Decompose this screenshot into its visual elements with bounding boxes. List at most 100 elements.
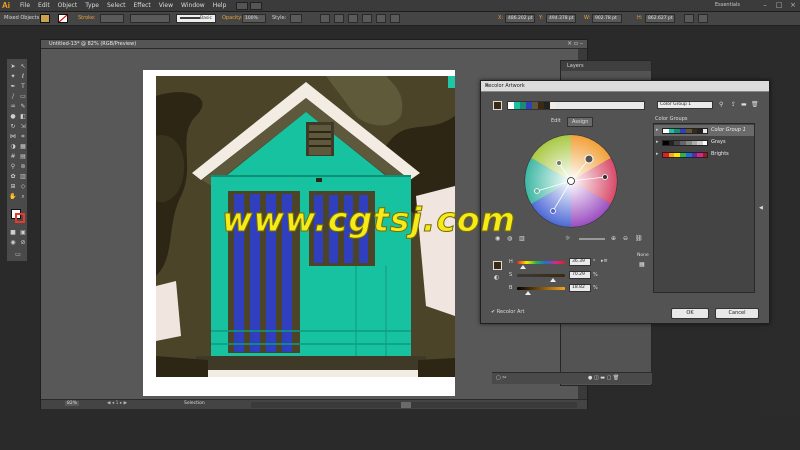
- hue-slider-knob[interactable]: [520, 265, 526, 269]
- limit-to-swatch-icon[interactable]: ▦: [639, 261, 645, 268]
- artboard-tool-icon[interactable]: ⊞: [9, 183, 17, 191]
- align-button-6[interactable]: [390, 14, 400, 23]
- artboard-navigation-icon[interactable]: ◀ ◂ 1 ▸ ▶: [107, 401, 127, 406]
- layer-options-icon[interactable]: ▢ ✂: [496, 375, 507, 381]
- screen-mode-icon[interactable]: ▭: [14, 251, 22, 259]
- draw-mode-icon[interactable]: ◉: [9, 239, 17, 247]
- tab-edit[interactable]: Edit: [547, 117, 565, 125]
- line-tool-icon[interactable]: /: [9, 93, 17, 101]
- status-text[interactable]: Selection: [184, 401, 205, 406]
- color-group-row-3[interactable]: ▸ Brights: [654, 149, 754, 160]
- align-button-2[interactable]: [334, 14, 344, 23]
- horizontal-scrollbar[interactable]: [251, 402, 577, 408]
- opacity-label[interactable]: Opacity:: [222, 15, 243, 21]
- stroke-color-box[interactable]: [15, 213, 25, 223]
- new-group-folder-icon[interactable]: ▬: [741, 101, 747, 108]
- fill-swatch[interactable]: [40, 14, 50, 23]
- brightness-slider[interactable]: [579, 238, 605, 240]
- scale-tool-icon[interactable]: ⇲: [19, 123, 27, 131]
- arrange-documents-button[interactable]: [250, 1, 263, 10]
- slice-tool-icon[interactable]: ◇: [19, 183, 27, 191]
- none-mode-icon[interactable]: ⊘: [19, 239, 27, 247]
- opacity-field[interactable]: 100%: [242, 14, 266, 23]
- color-group-row-2[interactable]: ▸ Grays: [654, 137, 754, 148]
- panel-menu-button[interactable]: [698, 14, 708, 23]
- stroke-swatch[interactable]: [58, 14, 68, 23]
- pen-tool-icon[interactable]: ✒: [9, 83, 17, 91]
- color-group-name-field[interactable]: Color Group 1: [657, 101, 713, 109]
- graph-tool-icon[interactable]: ▥: [19, 173, 27, 181]
- paintbrush-tool-icon[interactable]: ♒: [9, 103, 17, 111]
- menu-window[interactable]: Window: [177, 2, 209, 9]
- menu-select[interactable]: Select: [103, 2, 130, 9]
- width-tool-icon[interactable]: ⋈: [9, 133, 17, 141]
- menu-effect[interactable]: Effect: [130, 2, 155, 9]
- base-color-swatch[interactable]: [493, 101, 502, 110]
- selected-color-swatch[interactable]: [493, 261, 502, 270]
- w-field[interactable]: 902.78 pt: [592, 14, 622, 23]
- brush-definition-field[interactable]: Basic: [176, 14, 216, 23]
- align-button-3[interactable]: [348, 14, 358, 23]
- gradient-mode-icon[interactable]: ▣: [19, 229, 27, 237]
- link-harmony-icon[interactable]: ⛓: [635, 235, 643, 242]
- color-mode-icon[interactable]: ◐: [494, 274, 499, 281]
- expand-icon[interactable]: ▸: [656, 139, 659, 145]
- x-field[interactable]: 486.202 pt: [505, 14, 535, 23]
- recolor-art-checkbox[interactable]: ✔ Recolor Art: [491, 309, 524, 315]
- collapse-panel-icon[interactable]: ◀: [759, 205, 763, 211]
- layers-panel-tab[interactable]: Layers: [561, 61, 651, 71]
- gradient-tool-icon[interactable]: ▤: [19, 153, 27, 161]
- menu-file[interactable]: File: [16, 2, 34, 9]
- save-group-icon[interactable]: ⇪: [731, 101, 736, 108]
- type-tool-icon[interactable]: T: [19, 83, 27, 91]
- zoom-tool-icon[interactable]: ⌕: [19, 193, 27, 201]
- menu-object[interactable]: Object: [54, 2, 82, 9]
- color-group-row-1[interactable]: ▸ Color Group 1: [654, 125, 754, 136]
- align-button-4[interactable]: [362, 14, 372, 23]
- expand-icon[interactable]: ▸: [656, 127, 659, 133]
- stroke-weight-field[interactable]: [100, 14, 124, 23]
- saturation-slider-track[interactable]: [517, 274, 565, 277]
- hue-field[interactable]: 36.39: [569, 258, 591, 266]
- color-groups-list[interactable]: ▸ Color Group 1 ▸ Grays ▸ Brights: [653, 123, 755, 293]
- eyedropper-icon[interactable]: ⚲: [9, 163, 17, 171]
- saturation-field[interactable]: 70.29: [569, 271, 591, 279]
- add-color-icon[interactable]: ⊕: [611, 235, 616, 242]
- magic-wand-icon[interactable]: ✦: [9, 73, 17, 81]
- document-close-icon[interactable]: × ▫ –: [567, 40, 583, 47]
- h-field[interactable]: 862.627 pt: [645, 14, 675, 23]
- expand-icon[interactable]: ▸: [656, 151, 659, 157]
- brightness-slider-knob[interactable]: [525, 291, 531, 295]
- brightness-slider-track[interactable]: [517, 287, 565, 290]
- menu-type[interactable]: Type: [81, 2, 103, 9]
- workspace-switcher[interactable]: Essentials: [715, 2, 740, 8]
- close-icon[interactable]: ×: [485, 83, 765, 89]
- menu-view[interactable]: View: [155, 2, 177, 9]
- document-tab[interactable]: Untitled-13* @ 82% (RGB/Preview) × ▫ –: [41, 40, 587, 49]
- hsb-menu-icon[interactable]: ▸≡: [601, 258, 608, 264]
- symbol-sprayer-icon[interactable]: ✿: [9, 173, 17, 181]
- align-button[interactable]: [320, 14, 330, 23]
- direct-selection-tool-icon[interactable]: ↖: [19, 63, 27, 71]
- mesh-tool-icon[interactable]: #: [9, 153, 17, 161]
- bridge-button[interactable]: [236, 1, 249, 10]
- maximize-icon[interactable]: □: [774, 1, 784, 9]
- minimize-icon[interactable]: –: [760, 1, 770, 9]
- rotate-tool-icon[interactable]: ↻: [9, 123, 17, 131]
- blend-tool-icon[interactable]: ⊚: [19, 163, 27, 171]
- eyedropper-icon[interactable]: ⚲: [719, 101, 723, 108]
- saturation-slider-knob[interactable]: [550, 278, 556, 282]
- brightness-field[interactable]: 18.82: [569, 284, 591, 292]
- blob-brush-icon[interactable]: ●: [9, 113, 17, 121]
- menu-help[interactable]: Help: [209, 2, 231, 9]
- rectangle-tool-icon[interactable]: ▭: [19, 93, 27, 101]
- selection-tool-icon[interactable]: ➤: [9, 63, 17, 71]
- color-mode-icon[interactable]: ■: [9, 229, 17, 237]
- tab-assign[interactable]: Assign: [567, 117, 594, 127]
- stroke-label[interactable]: Stroke:: [78, 15, 96, 21]
- align-button-5[interactable]: [376, 14, 386, 23]
- hue-slider-track[interactable]: [517, 261, 565, 264]
- y-field[interactable]: 494.378 pt: [546, 14, 576, 23]
- delete-icon[interactable]: 🗑: [751, 101, 759, 108]
- zoom-field[interactable]: 82%: [65, 401, 80, 406]
